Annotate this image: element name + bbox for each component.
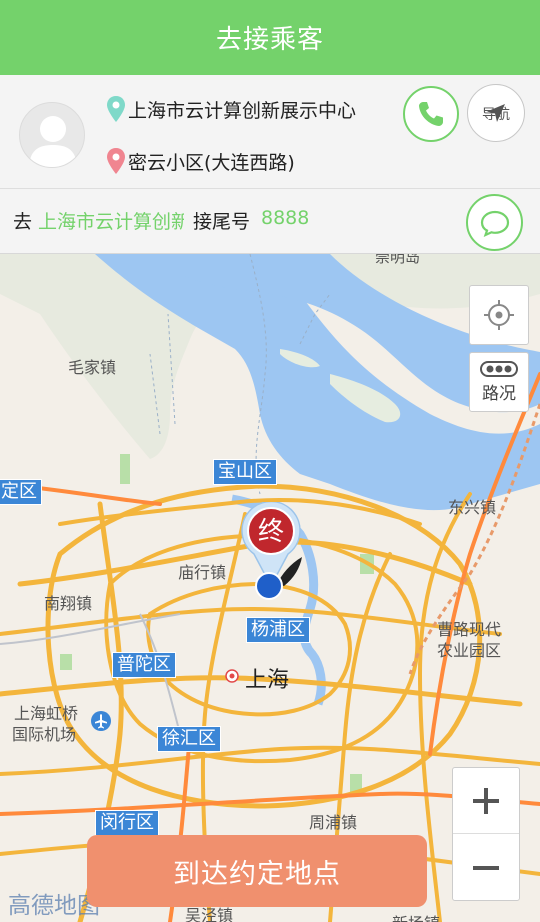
- district-tag-xuhui: 徐汇区: [157, 726, 221, 752]
- passenger-info-panel: 上海市云计算创新展示中心 密云小区(大连西路) 导航: [0, 75, 540, 189]
- locate-icon: [484, 300, 514, 330]
- map-label-caolu-2: 农业园区: [437, 641, 502, 660]
- zoom-in-button[interactable]: [453, 768, 519, 834]
- map-label-maojia: 毛家镇: [68, 358, 117, 377]
- district-tag-putuo: 普陀区: [112, 652, 176, 678]
- dropoff-pin-icon: [107, 148, 125, 174]
- phone-icon: [419, 102, 443, 126]
- map-label-chongming: 崇明岛: [375, 254, 421, 266]
- district-tag-baoshan: 宝山区: [213, 459, 277, 485]
- map-label-nanxiang: 南翔镇: [44, 594, 93, 613]
- destination-text: 上海市云计算创新展示中心: [38, 211, 184, 233]
- pickup-pin-icon: [107, 96, 125, 122]
- chat-bubble-icon: [480, 210, 509, 237]
- traffic-icon: [480, 360, 518, 377]
- pickup-address: 上海市云计算创新展示中心: [106, 95, 356, 123]
- passenger-avatar: [19, 102, 85, 168]
- map-label-xinchang: 新场镇: [392, 910, 440, 922]
- tail-number-value: 8888: [261, 207, 310, 229]
- map-label-miaohang: 庙行镇: [178, 563, 227, 582]
- dropoff-address-text: 密云小区(大连西路): [128, 151, 295, 174]
- page-title: 去接乘客: [215, 25, 324, 55]
- tail-number-label: 接尾号: [193, 211, 251, 233]
- screen: 去接乘客 上海市云计算创新展示中心 密云小区(大连西路) 导航 去 上海市云计算…: [0, 0, 540, 922]
- title-bar: 去接乘客: [0, 0, 540, 75]
- arrive-at-pickup-button[interactable]: 到达约定地点: [87, 835, 427, 907]
- dropoff-address: 密云小区(大连西路): [106, 147, 295, 175]
- district-tag-jiading: 定区: [0, 479, 42, 505]
- locate-button[interactable]: [469, 285, 529, 345]
- end-marker-text: 终: [258, 517, 284, 547]
- map-label-hongqiao-2: 国际机场: [12, 725, 77, 744]
- zoom-out-button[interactable]: [453, 835, 519, 901]
- navigation-label: 导航: [482, 106, 510, 123]
- message-button[interactable]: [466, 194, 523, 251]
- go-label: 去: [13, 211, 33, 233]
- plus-icon: [473, 787, 499, 814]
- traffic-toggle-button[interactable]: 路况: [469, 352, 529, 412]
- avatar-person-icon: [29, 116, 77, 167]
- map-label-shanghai: 上海: [245, 668, 290, 693]
- arrive-button-label: 到达约定地点: [173, 858, 341, 890]
- map-label-zhoupu: 周浦镇: [309, 813, 358, 832]
- minus-icon: [473, 866, 499, 870]
- district-tag-minhang: 闵行区: [95, 810, 159, 836]
- map-label-dongxing: 东兴镇: [448, 498, 497, 517]
- airport-icon: [91, 711, 111, 731]
- call-button[interactable]: [403, 86, 459, 142]
- zoom-controls: [452, 767, 520, 901]
- district-tag-yangpu: 杨浦区: [246, 617, 310, 643]
- city-center-dot-icon: [225, 669, 239, 683]
- traffic-label: 路况: [482, 383, 516, 404]
- navigation-button[interactable]: 导航: [467, 84, 525, 142]
- current-location-dot: [255, 572, 283, 600]
- map-view[interactable]: 崇明岛 毛家镇 宝山区 定区 东兴镇 庙行镇 南翔镇 杨浦区 曹路现代 农业园区…: [0, 254, 540, 922]
- pickup-address-text: 上海市云计算创新展示中心: [128, 99, 357, 122]
- pickup-instruction-bar: 去 上海市云计算创新展示中心 接尾号 8888: [0, 189, 540, 254]
